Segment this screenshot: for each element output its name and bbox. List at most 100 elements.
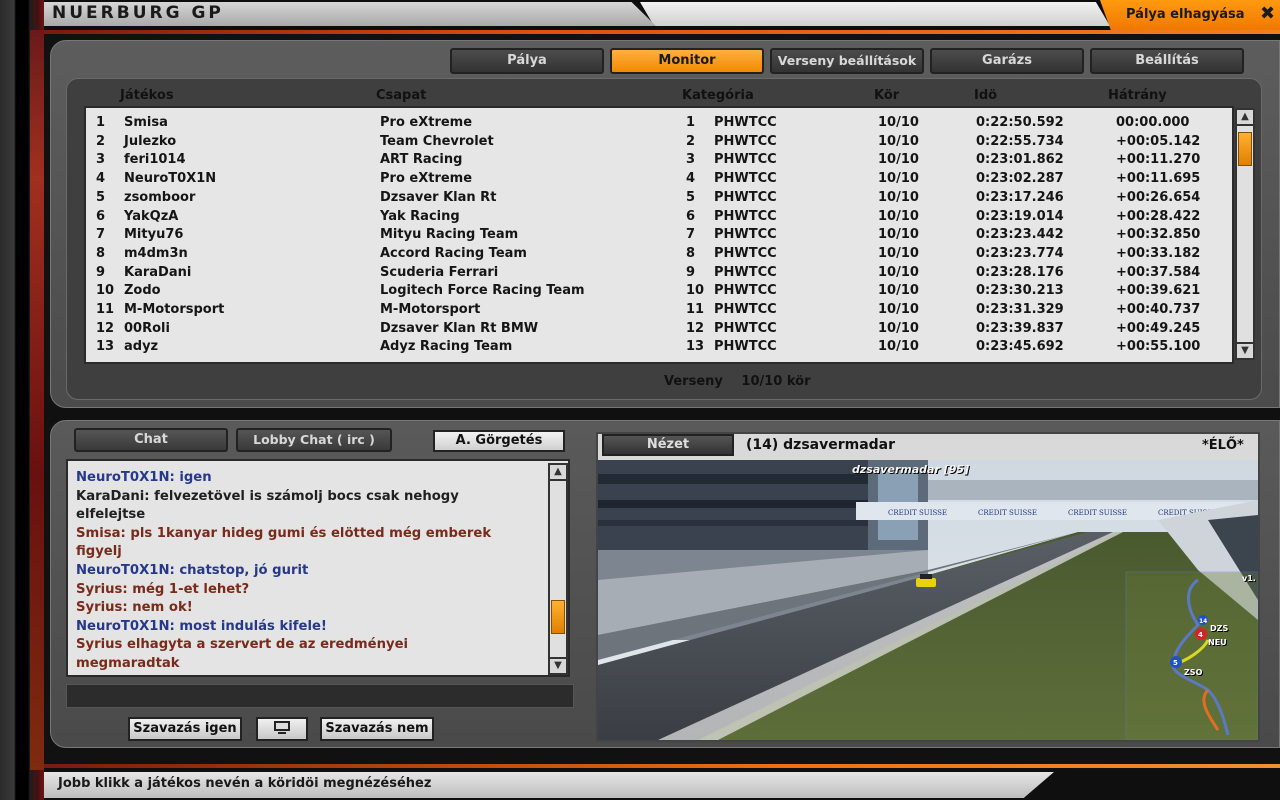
cell-team: Dzsaver Klan Rt BMW [380, 320, 539, 336]
results-scroll-thumb[interactable] [1238, 132, 1252, 166]
chat-message: NeuroT0X1N: most indulás kifele! [76, 618, 327, 634]
cell-gap: +00:05.142 [1116, 133, 1201, 149]
cell-gap: +00:49.245 [1116, 320, 1201, 336]
col-header-gap[interactable]: Hátrány [1108, 88, 1167, 104]
cell-laps: 10/10 [878, 264, 919, 280]
title-decor [640, 2, 1110, 26]
cell-gap: +00:28.422 [1116, 208, 1201, 224]
tab-settings[interactable]: Beállítás [1090, 48, 1244, 74]
chat-message: KaraDani: felvezetövel is számolj bocs c… [76, 488, 459, 504]
left-decor-strip [0, 0, 44, 800]
vote-no-button[interactable]: Szavazás nem [320, 717, 434, 741]
chat-scroll-thumb[interactable] [551, 600, 565, 635]
cell-time: 0:23:30.213 [976, 283, 1064, 299]
chat-message: Syrius: még 1-et lehet? [76, 581, 250, 597]
scroll-down-icon[interactable]: ▼ [1235, 342, 1255, 360]
cell-gap: +00:33.182 [1116, 245, 1201, 261]
col-header-laps[interactable]: Kör [874, 88, 899, 104]
scroll-up-icon[interactable]: ▲ [1235, 108, 1255, 126]
cell-laps: 10/10 [878, 283, 919, 299]
cell-category: PHWTCC [714, 208, 777, 224]
table-row[interactable]: 4 NeuroT0X1N Pro eXtreme 4 PHWTCC 10/10 0:23:0… [86, 171, 1236, 189]
col-header-time[interactable]: Idö [974, 88, 997, 104]
tab-palya[interactable]: Pálya [450, 48, 604, 74]
cell-time: 0:23:31.329 [976, 302, 1064, 317]
cell-cat-pos: 8 [686, 245, 696, 261]
cell-team: Pro eXtreme [380, 115, 473, 130]
title-accent-line [44, 30, 1280, 34]
status-hint: Jobb klikk a játékos nevén a köridöi meg… [58, 776, 432, 791]
camera-scene[interactable]: CREDIT SUISSE CREDIT SUISSE CREDIT SUISS… [598, 460, 1258, 740]
cell-pos: 12 [96, 320, 115, 336]
cell-time: 0:22:50.592 [976, 115, 1064, 130]
table-row[interactable]: 13 adyz Adyz Racing Team 13 PHWTCC 10/10 0:23:… [86, 339, 1236, 357]
cell-laps: 10/10 [878, 115, 919, 130]
table-row[interactable]: 7 Mityu76 Mityu Racing Team 7 PHWTCC 10/10 0:2… [86, 227, 1236, 245]
cell-time: 0:23:23.442 [976, 227, 1064, 243]
cell-pos: 10 [96, 283, 115, 299]
cell-category: PHWTCC [714, 152, 777, 168]
col-header-category[interactable]: Kategória [682, 88, 754, 104]
table-row[interactable]: 8 m4dm3n Accord Racing Team 8 PHWTCC 10/10 0:2… [86, 246, 1236, 264]
leave-track-button[interactable]: Pálya elhagyása ✖ [1100, 0, 1280, 30]
table-row[interactable]: 9 KaraDani Scuderia Ferrari 9 PHWTCC 10/10 0:2… [86, 265, 1236, 283]
table-row[interactable]: 12 00Roli Dzsaver Klan Rt BMW 12 PHWTCC 10/10… [86, 321, 1236, 339]
col-header-team[interactable]: Csapat [376, 88, 426, 104]
col-header-player[interactable]: Játékos [120, 88, 174, 104]
cell-cat-pos: 9 [686, 264, 696, 280]
cell-player: KaraDani [124, 264, 192, 280]
map-marker-c: 14 [1199, 618, 1207, 625]
results-scrollbar[interactable]: ▲ ▼ [1235, 108, 1255, 360]
table-row[interactable]: 11 M-Motorsport M-Motorsport 11 PHWTCC 10/10 0… [86, 302, 1236, 320]
cell-team: Yak Racing [380, 208, 460, 224]
table-row[interactable]: 6 YakQzA Yak Racing 6 PHWTCC 10/10 0:23:19.014… [86, 209, 1236, 227]
cell-team: ART Racing [380, 152, 463, 168]
cell-laps: 10/10 [878, 171, 919, 187]
chat-input[interactable] [66, 684, 574, 708]
chat-message: elfelejtse [76, 507, 146, 523]
chat-scroll-down-icon[interactable]: ▼ [548, 657, 568, 675]
monitor-toggle-button[interactable] [256, 717, 308, 741]
cell-gap: +00:11.695 [1116, 171, 1201, 187]
table-row[interactable]: 2 Julezko Team Chevrolet 2 PHWTCC 10/10 0:22:5… [86, 134, 1236, 152]
close-icon: ✖ [1260, 3, 1276, 24]
cell-player: Julezko [124, 133, 177, 149]
table-row[interactable]: 5 zsomboor Dzsaver Klan Rt 5 PHWTCC 10/10 0:23… [86, 190, 1236, 208]
session-laps: 10/10 kör [741, 374, 811, 389]
cell-laps: 10/10 [878, 302, 919, 317]
cell-cat-pos: 1 [686, 115, 696, 130]
autoscroll-button[interactable]: A. Görgetés [433, 430, 565, 452]
cell-category: PHWTCC [714, 339, 777, 355]
map-tag-zso: ZSO [1184, 668, 1203, 677]
chat-message: Syrius elhagyta a szervert de az eredmén… [76, 637, 409, 653]
tab-chat[interactable]: Chat [74, 428, 228, 452]
monitor-icon [274, 721, 290, 734]
cell-gap: +00:39.621 [1116, 283, 1201, 299]
tab-lobby-chat[interactable]: Lobby Chat ( irc ) [236, 428, 392, 452]
main-tabs: Pálya Monitor Verseny beállítások Garázs… [450, 48, 1250, 74]
vote-yes-button[interactable]: Szavazás igen [128, 717, 242, 741]
cell-cat-pos: 2 [686, 133, 696, 149]
cell-time: 0:22:55.734 [976, 133, 1064, 149]
table-row[interactable]: 10 Zodo Logitech Force Racing Team 10 PHWTCC… [86, 283, 1236, 301]
cell-category: PHWTCC [714, 189, 777, 205]
leave-track-label: Pálya elhagyása [1126, 7, 1245, 22]
table-row[interactable]: 3 feri1014 ART Racing 3 PHWTCC 10/10 0:23:01.8… [86, 152, 1236, 170]
tab-race-settings[interactable]: Verseny beállítások [770, 48, 924, 74]
cell-gap: 00:00.000 [1116, 115, 1190, 130]
chat-log: NeuroT0X1N: igen KaraDani: felvezetövel i… [66, 459, 570, 677]
cell-player: Smisa [124, 115, 168, 130]
track-title: NUERBURG GP [52, 3, 224, 23]
tab-monitor[interactable]: Monitor [610, 48, 764, 74]
chat-message: megmaradtak [76, 656, 180, 671]
chat-scroll-up-icon[interactable]: ▲ [548, 463, 568, 481]
cell-player: NeuroT0X1N [124, 171, 217, 187]
cell-cat-pos: 6 [686, 208, 696, 224]
cell-category: PHWTCC [714, 115, 777, 130]
cell-category: PHWTCC [714, 133, 777, 149]
chat-scrollbar[interactable]: ▲ ▼ [548, 463, 568, 675]
tab-garage[interactable]: Garázs [930, 48, 1084, 74]
cell-pos: 2 [96, 133, 106, 149]
view-button[interactable]: Nézet [602, 434, 734, 456]
table-row[interactable]: 1 Smisa Pro eXtreme 1 PHWTCC 10/10 0:22:50.592… [86, 115, 1236, 133]
